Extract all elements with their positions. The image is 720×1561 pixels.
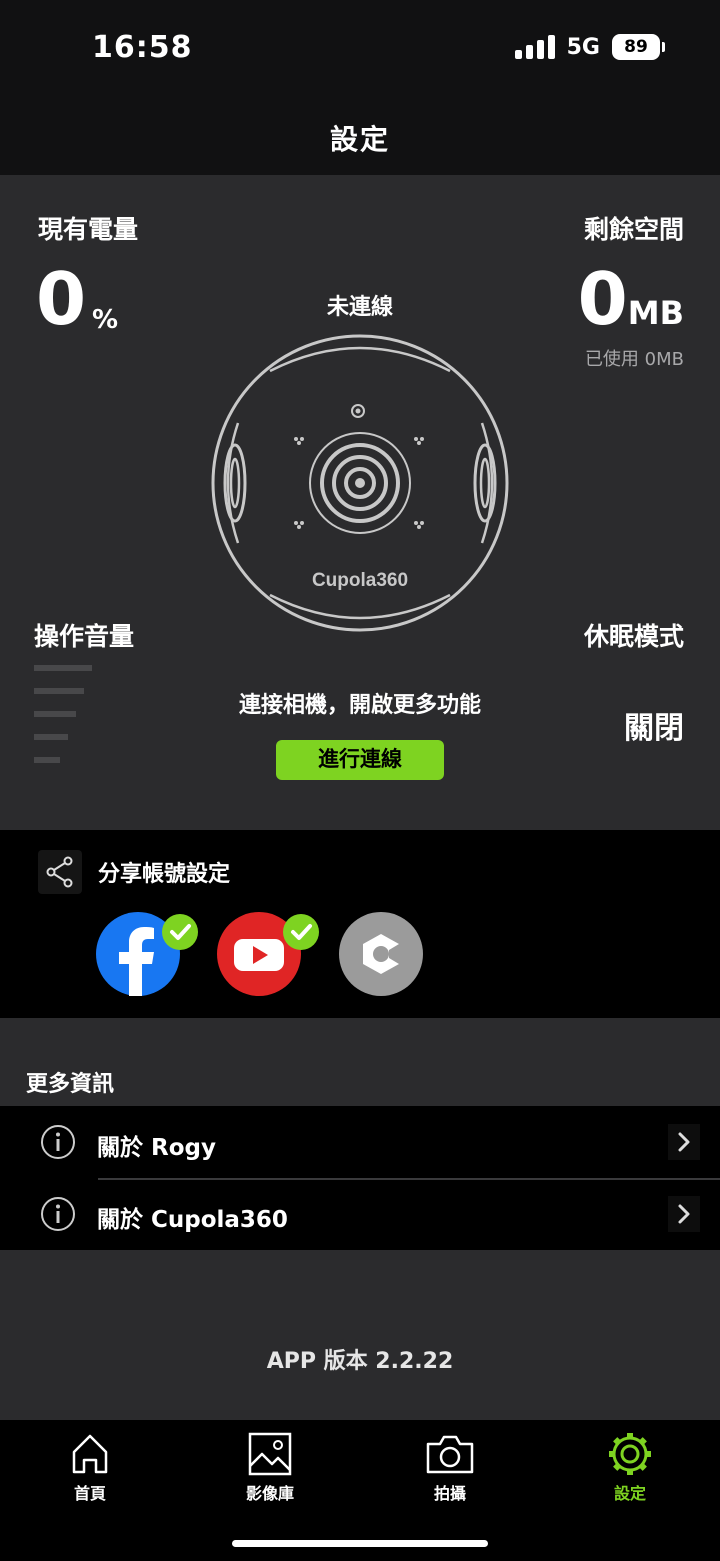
gallery-icon xyxy=(248,1432,292,1476)
linked-check-icon xyxy=(162,914,198,950)
gear-icon xyxy=(609,1433,651,1475)
info-icon xyxy=(41,1197,75,1231)
facebook-account-button[interactable] xyxy=(96,912,198,996)
status-time: 16:58 xyxy=(92,30,193,65)
about-cupola360-label: 關於 Cupola360 xyxy=(97,1207,288,1233)
battery-label: 現有電量 xyxy=(38,215,139,244)
other-account-button[interactable] xyxy=(339,912,423,996)
tab-home-label: 首頁 xyxy=(73,1484,106,1503)
account-service-icon xyxy=(363,934,399,974)
home-indicator[interactable] xyxy=(232,1540,488,1547)
network-type: 5G xyxy=(566,34,600,60)
info-icon xyxy=(41,1125,75,1159)
chevron-right-icon xyxy=(668,1196,700,1232)
linked-check-icon xyxy=(283,914,319,950)
app-version: APP 版本 2.2.22 xyxy=(266,1349,454,1374)
tab-gallery-label: 影像庫 xyxy=(245,1484,294,1503)
share-icon xyxy=(38,850,82,894)
battery-icon: 89 xyxy=(612,34,665,60)
chevron-right-icon xyxy=(668,1124,700,1160)
connection-status: 未連線 xyxy=(326,295,393,320)
nav-bar: 設定 xyxy=(0,100,720,175)
tab-settings[interactable]: 設定 xyxy=(560,1430,700,1504)
status-indicators: 5G 89 xyxy=(514,34,665,60)
about-rogy-row[interactable]: 關於 Rogy xyxy=(0,1106,720,1178)
more-info-section: 更多資訊 關於 Rogy 關於 Cupola360 APP 版本 2.2.22 xyxy=(0,1018,720,1420)
storage-label: 剩餘空間 xyxy=(583,215,684,244)
tab-settings-label: 設定 xyxy=(613,1484,646,1503)
youtube-account-button[interactable] xyxy=(217,912,319,996)
sleep-mode-label: 休眠模式 xyxy=(583,622,684,651)
tab-capture[interactable]: 拍攝 xyxy=(380,1430,520,1504)
camera-brand-text: Cupola360 xyxy=(312,570,408,591)
row-divider xyxy=(98,1178,720,1180)
about-rogy-label: 關於 Rogy xyxy=(97,1135,216,1161)
camera-illustration: Cupola360 xyxy=(211,334,509,632)
connect-prompt: 連接相機，開啟更多功能 xyxy=(238,693,481,718)
status-bar: 16:58 5G 89 xyxy=(0,0,720,100)
share-title: 分享帳號設定 xyxy=(98,862,231,887)
storage-used: 已使用 0MB xyxy=(584,349,684,370)
camera-icon xyxy=(426,1435,474,1474)
about-cupola360-row[interactable]: 關於 Cupola360 xyxy=(0,1178,720,1250)
volume-label: 操作音量 xyxy=(34,622,135,651)
more-info-title: 更多資訊 xyxy=(26,1072,115,1097)
page-title: 設定 xyxy=(329,123,390,156)
home-icon xyxy=(72,1434,108,1474)
share-accounts-section: 分享帳號設定 xyxy=(0,830,720,1018)
volume-level-bars[interactable] xyxy=(34,665,104,780)
tab-home[interactable]: 首頁 xyxy=(20,1430,160,1504)
tab-capture-label: 拍攝 xyxy=(433,1484,466,1503)
connect-button[interactable]: 進行連線 xyxy=(276,740,444,780)
device-dashboard: 現有電量 0 % 剩餘空間 0 MB 已使用 0MB 未連線 Cupola360… xyxy=(0,175,720,830)
signal-icon xyxy=(514,35,555,59)
tab-gallery[interactable]: 影像庫 xyxy=(200,1430,340,1504)
